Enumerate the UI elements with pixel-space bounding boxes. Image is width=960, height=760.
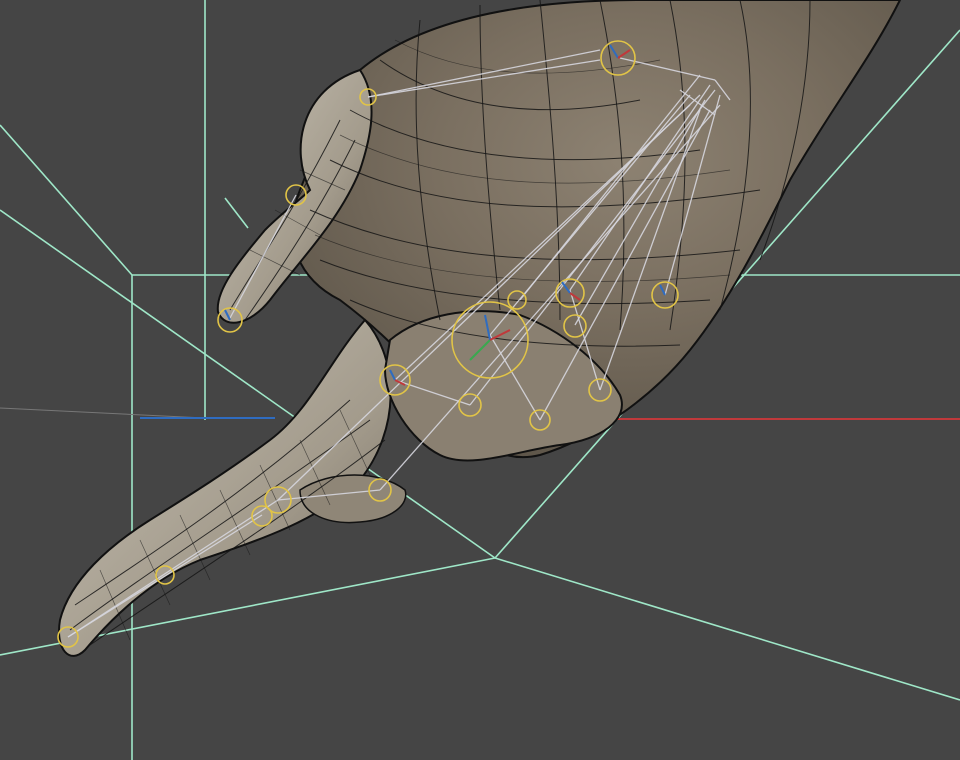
viewport-canvas[interactable] <box>0 0 960 760</box>
hand-mesh-icon[interactable] <box>58 0 902 657</box>
3d-viewport[interactable] <box>0 0 960 760</box>
